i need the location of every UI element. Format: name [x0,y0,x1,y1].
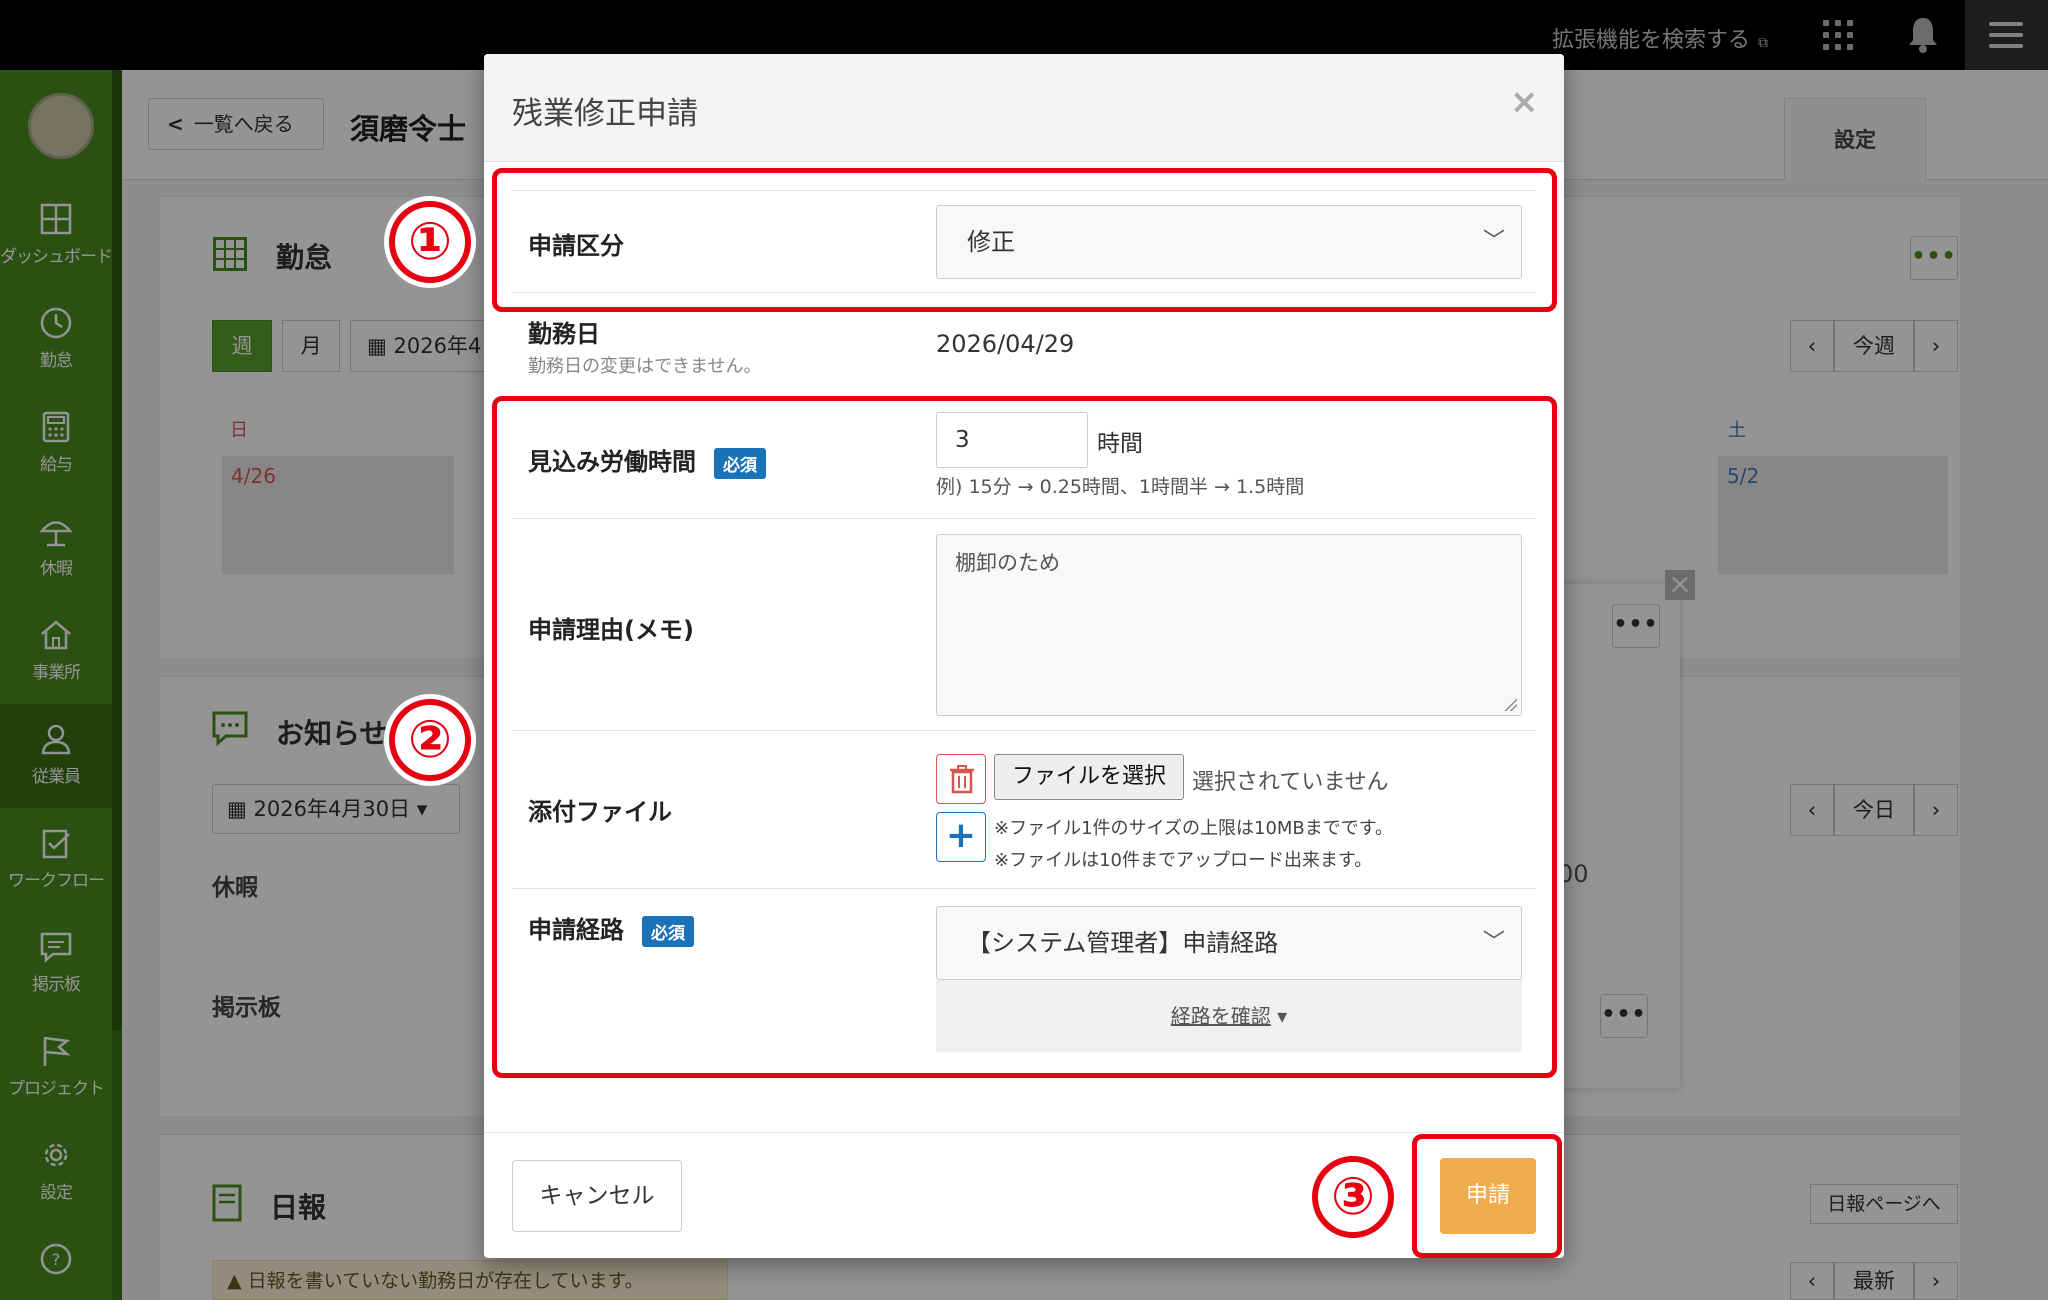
annotation-marker-3: ③ [1312,1156,1394,1238]
modal-header: 残業修正申請 × [484,54,1564,162]
annotation-marker-2: ② [389,699,471,781]
work-date-label: 勤務日 [528,320,600,348]
annotation-box-3 [1412,1134,1562,1258]
annotation-marker-1: ① [389,201,471,283]
close-icon[interactable]: × [1510,82,1539,122]
cancel-button[interactable]: キャンセル [512,1160,682,1232]
annotation-box-1 [492,168,1557,312]
footer-divider [484,1132,1564,1133]
annotation-box-2 [492,396,1557,1078]
work-date-value: 2026/04/29 [936,330,1075,358]
work-date-note: 勤務日の変更はできません。 [528,356,762,377]
modal-title: 残業修正申請 [512,96,698,132]
